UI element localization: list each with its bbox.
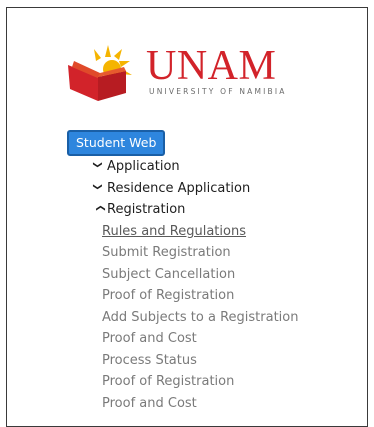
- tree-item-label: Residence Application: [107, 181, 251, 196]
- sub-item-submit-registration[interactable]: Submit Registration: [102, 244, 231, 262]
- tree-item-label: Registration: [107, 202, 186, 217]
- sub-item-proof-and-cost[interactable]: Proof and Cost: [102, 330, 197, 348]
- sub-item-proof-of-registration[interactable]: Proof of Registration: [102, 287, 234, 305]
- tree-item-label: Application: [107, 159, 180, 174]
- sub-item-rules-and-regulations[interactable]: Rules and Regulations: [102, 223, 246, 241]
- sub-item-subject-cancellation[interactable]: Subject Cancellation: [102, 266, 235, 284]
- student-web-button[interactable]: Student Web: [67, 130, 166, 156]
- tree-item-residence-application[interactable]: ❯ Residence Application: [92, 180, 251, 198]
- sub-item-proof-of-registration-2[interactable]: Proof of Registration: [102, 373, 234, 391]
- logo-subtitle: UNIVERSITY OF NAMIBIA: [149, 87, 287, 96]
- logo-wordmark: UNAM: [146, 43, 277, 89]
- chevron-up-icon: ❯: [96, 204, 106, 212]
- sub-item-process-status[interactable]: Process Status: [102, 352, 197, 370]
- sub-item-proof-and-cost-2[interactable]: Proof and Cost: [102, 395, 197, 413]
- sub-item-add-subjects[interactable]: Add Subjects to a Registration: [102, 309, 298, 327]
- navigation-panel: UNAM UNIVERSITY OF NAMIBIA Student Web ❯…: [6, 7, 368, 427]
- book-sun-icon: [68, 45, 132, 101]
- unam-logo[interactable]: UNAM UNIVERSITY OF NAMIBIA: [64, 43, 328, 103]
- tree-item-application[interactable]: ❯ Application: [92, 158, 180, 176]
- tree-item-registration[interactable]: ❯Registration: [95, 201, 185, 219]
- chevron-down-icon: ❯: [92, 161, 102, 169]
- chevron-down-icon: ❯: [92, 183, 102, 191]
